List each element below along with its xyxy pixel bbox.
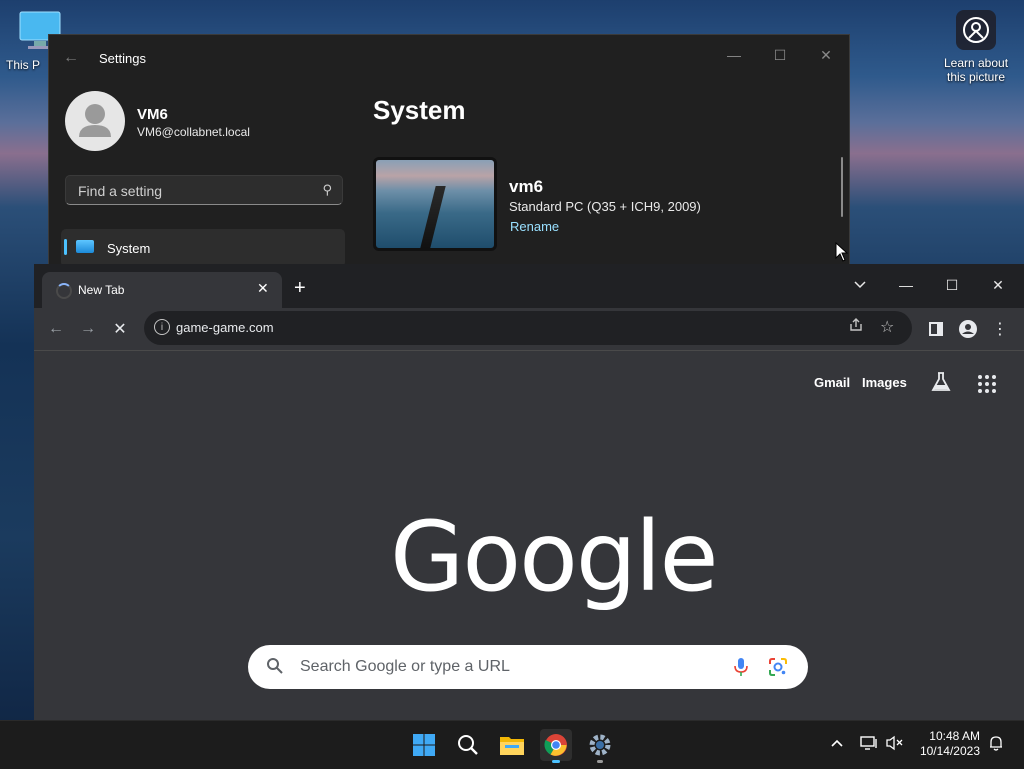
address-url[interactable]: game-game.com (176, 320, 274, 335)
device-name: vm6 (509, 177, 544, 196)
settings-search-box[interactable]: ⚲ (65, 175, 343, 205)
forward-arrow-icon[interactable]: → (76, 318, 100, 340)
file-explorer-icon[interactable] (496, 729, 528, 761)
gmail-link[interactable]: Gmail (814, 375, 850, 390)
google-lens-icon[interactable] (768, 657, 788, 682)
page-title: System (373, 95, 466, 125)
clock-time: 10:48 AM (929, 729, 980, 743)
side-panel-icon[interactable] (924, 318, 948, 340)
new-tab-page: Gmail Images Google (34, 350, 1024, 722)
settings-window: ← Settings — ☐ ✕ VM6 VM6@collabnet.local… (48, 34, 850, 276)
user-name: VM6 (137, 106, 168, 123)
profile-icon[interactable] (956, 318, 980, 340)
scrollbar[interactable] (841, 157, 843, 217)
clock[interactable]: 10:48 AM 10/14/2023 (914, 729, 980, 759)
selection-indicator (64, 239, 67, 255)
tab-search-chevron-icon[interactable] (840, 270, 880, 300)
learn-about-picture-label: Learn about this picture (943, 56, 1009, 84)
chevron-up-icon[interactable] (830, 735, 844, 751)
camera-location-icon (956, 10, 996, 50)
volume-muted-icon[interactable] (886, 735, 904, 754)
notification-bell-icon[interactable] (988, 735, 1004, 754)
running-indicator (597, 760, 603, 763)
tab-strip: New Tab ✕ + — ☐ ✕ (34, 264, 1024, 308)
address-bar[interactable]: i game-game.com ☆ (144, 311, 912, 345)
taskbar: 10:48 AM 10/14/2023 (0, 720, 1024, 769)
back-arrow-icon[interactable]: ← (63, 49, 79, 67)
labs-flask-icon[interactable] (930, 371, 952, 398)
search-icon: ⚲ (322, 182, 332, 197)
maximize-button[interactable]: ☐ (932, 270, 972, 300)
rename-link[interactable]: Rename (510, 219, 559, 234)
new-tab-button[interactable]: + (294, 277, 306, 300)
close-button[interactable]: ✕ (978, 270, 1018, 300)
google-logo: Google (390, 501, 719, 613)
google-apps-icon[interactable] (978, 375, 996, 393)
user-email: VM6@collabnet.local (137, 125, 250, 139)
close-tab-icon[interactable]: ✕ (257, 280, 269, 297)
avatar[interactable] (65, 91, 125, 151)
sidebar-item-label: System (107, 241, 151, 256)
browser-toolbar: ← → ✕ i game-game.com ☆ ⋮ (34, 308, 1024, 350)
start-icon[interactable] (408, 729, 440, 761)
settings-search-input[interactable] (76, 182, 310, 200)
close-button[interactable]: ✕ (811, 41, 841, 69)
google-search-box[interactable] (248, 645, 808, 689)
settings-icon[interactable] (584, 729, 616, 763)
tab-new-tab[interactable]: New Tab ✕ (42, 272, 282, 308)
share-icon[interactable] (848, 317, 864, 337)
search-icon (266, 657, 284, 680)
minimize-button[interactable]: — (886, 270, 926, 300)
stop-loading-icon[interactable]: ✕ (108, 318, 132, 340)
wallpaper-thumbnail (373, 157, 497, 251)
browser-window: New Tab ✕ + — ☐ ✕ ← → ✕ i game-game.com … (34, 264, 1024, 722)
search-icon[interactable] (452, 729, 484, 761)
menu-kebab-icon[interactable]: ⋮ (988, 318, 1012, 340)
bookmark-star-icon[interactable]: ☆ (880, 317, 894, 337)
tab-title: New Tab (78, 283, 125, 297)
info-icon[interactable]: i (154, 319, 170, 335)
monitor-icon (76, 240, 94, 253)
loading-spinner-icon (56, 283, 72, 299)
settings-title: Settings (99, 51, 146, 66)
learn-about-picture[interactable]: Learn about this picture (940, 10, 1012, 84)
network-icon[interactable] (860, 735, 878, 754)
google-search-input[interactable] (298, 657, 722, 677)
back-arrow-icon[interactable]: ← (44, 318, 68, 340)
microphone-icon[interactable] (734, 657, 748, 682)
device-model: Standard PC (Q35 + ICH9, 2009) (509, 199, 701, 214)
minimize-button[interactable]: — (719, 41, 749, 69)
clock-date: 10/14/2023 (919, 744, 980, 758)
chrome-icon[interactable] (540, 729, 572, 763)
maximize-button[interactable]: ☐ (765, 41, 795, 69)
images-link[interactable]: Images (862, 375, 907, 390)
sidebar-item-system[interactable]: System (61, 229, 345, 267)
active-indicator (552, 760, 560, 763)
